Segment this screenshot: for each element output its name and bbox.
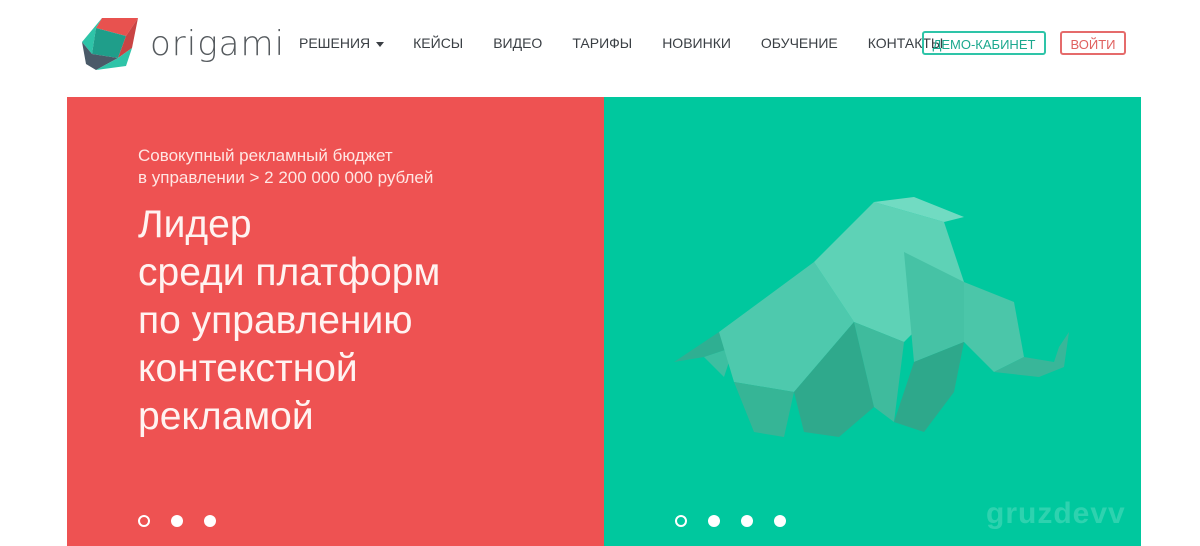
nav-item-solutions[interactable]: Решения [299, 35, 385, 51]
origami-elephant-icon [674, 197, 1069, 437]
hero-subtitle: Совокупный рекламный бюджет в управлении… [138, 145, 518, 189]
origami-logo-icon [82, 18, 138, 70]
nav-item-news[interactable]: Новинки [662, 35, 731, 51]
headline-line: Лидер [138, 203, 252, 246]
headline-line: по управлению [138, 299, 413, 342]
site-header: origami Решения Кейсы Видео Тарифы Новин… [0, 0, 1200, 90]
slider-dot[interactable] [708, 515, 720, 527]
logo[interactable]: origami [82, 18, 285, 70]
headline-line: рекламой [138, 395, 314, 438]
slider-dot[interactable] [675, 515, 687, 527]
nav-item-training[interactable]: Обучение [761, 35, 838, 51]
right-slider-dots [675, 515, 786, 527]
left-slider-dots [138, 515, 216, 527]
hero-headline: Лидер среди платформ по управлению конте… [138, 201, 578, 441]
slider-dot[interactable] [138, 515, 150, 527]
login-button[interactable]: ВОЙТИ [1060, 31, 1126, 55]
nav-item-video[interactable]: Видео [493, 35, 542, 51]
caret-down-icon [376, 41, 385, 47]
logo-text: origami [150, 24, 286, 64]
demo-cabinet-button[interactable]: ДЕМО-КАБИНЕТ [922, 31, 1046, 55]
watermark-text: gruzdevv [986, 497, 1126, 530]
nav-item-pricing[interactable]: Тарифы [572, 35, 632, 51]
headline-line: контекстной [138, 347, 358, 390]
slider-dot[interactable] [774, 515, 786, 527]
slider-dot[interactable] [204, 515, 216, 527]
headline-line: среди платформ [138, 251, 441, 294]
main-nav: Решения Кейсы Видео Тарифы Новинки Обуче… [299, 31, 943, 55]
slider-dot[interactable] [741, 515, 753, 527]
hero-right-panel: gruzdevv [604, 97, 1141, 546]
hero-subtitle-line-2: в управлении > 2 200 000 000 рублей [138, 168, 434, 187]
nav-item-cases[interactable]: Кейсы [413, 35, 463, 51]
hero-left-panel: Совокупный рекламный бюджет в управлении… [67, 97, 604, 546]
slider-dot[interactable] [171, 515, 183, 527]
hero-subtitle-line-1: Совокупный рекламный бюджет [138, 146, 393, 165]
nav-item-label: Решения [299, 35, 371, 51]
